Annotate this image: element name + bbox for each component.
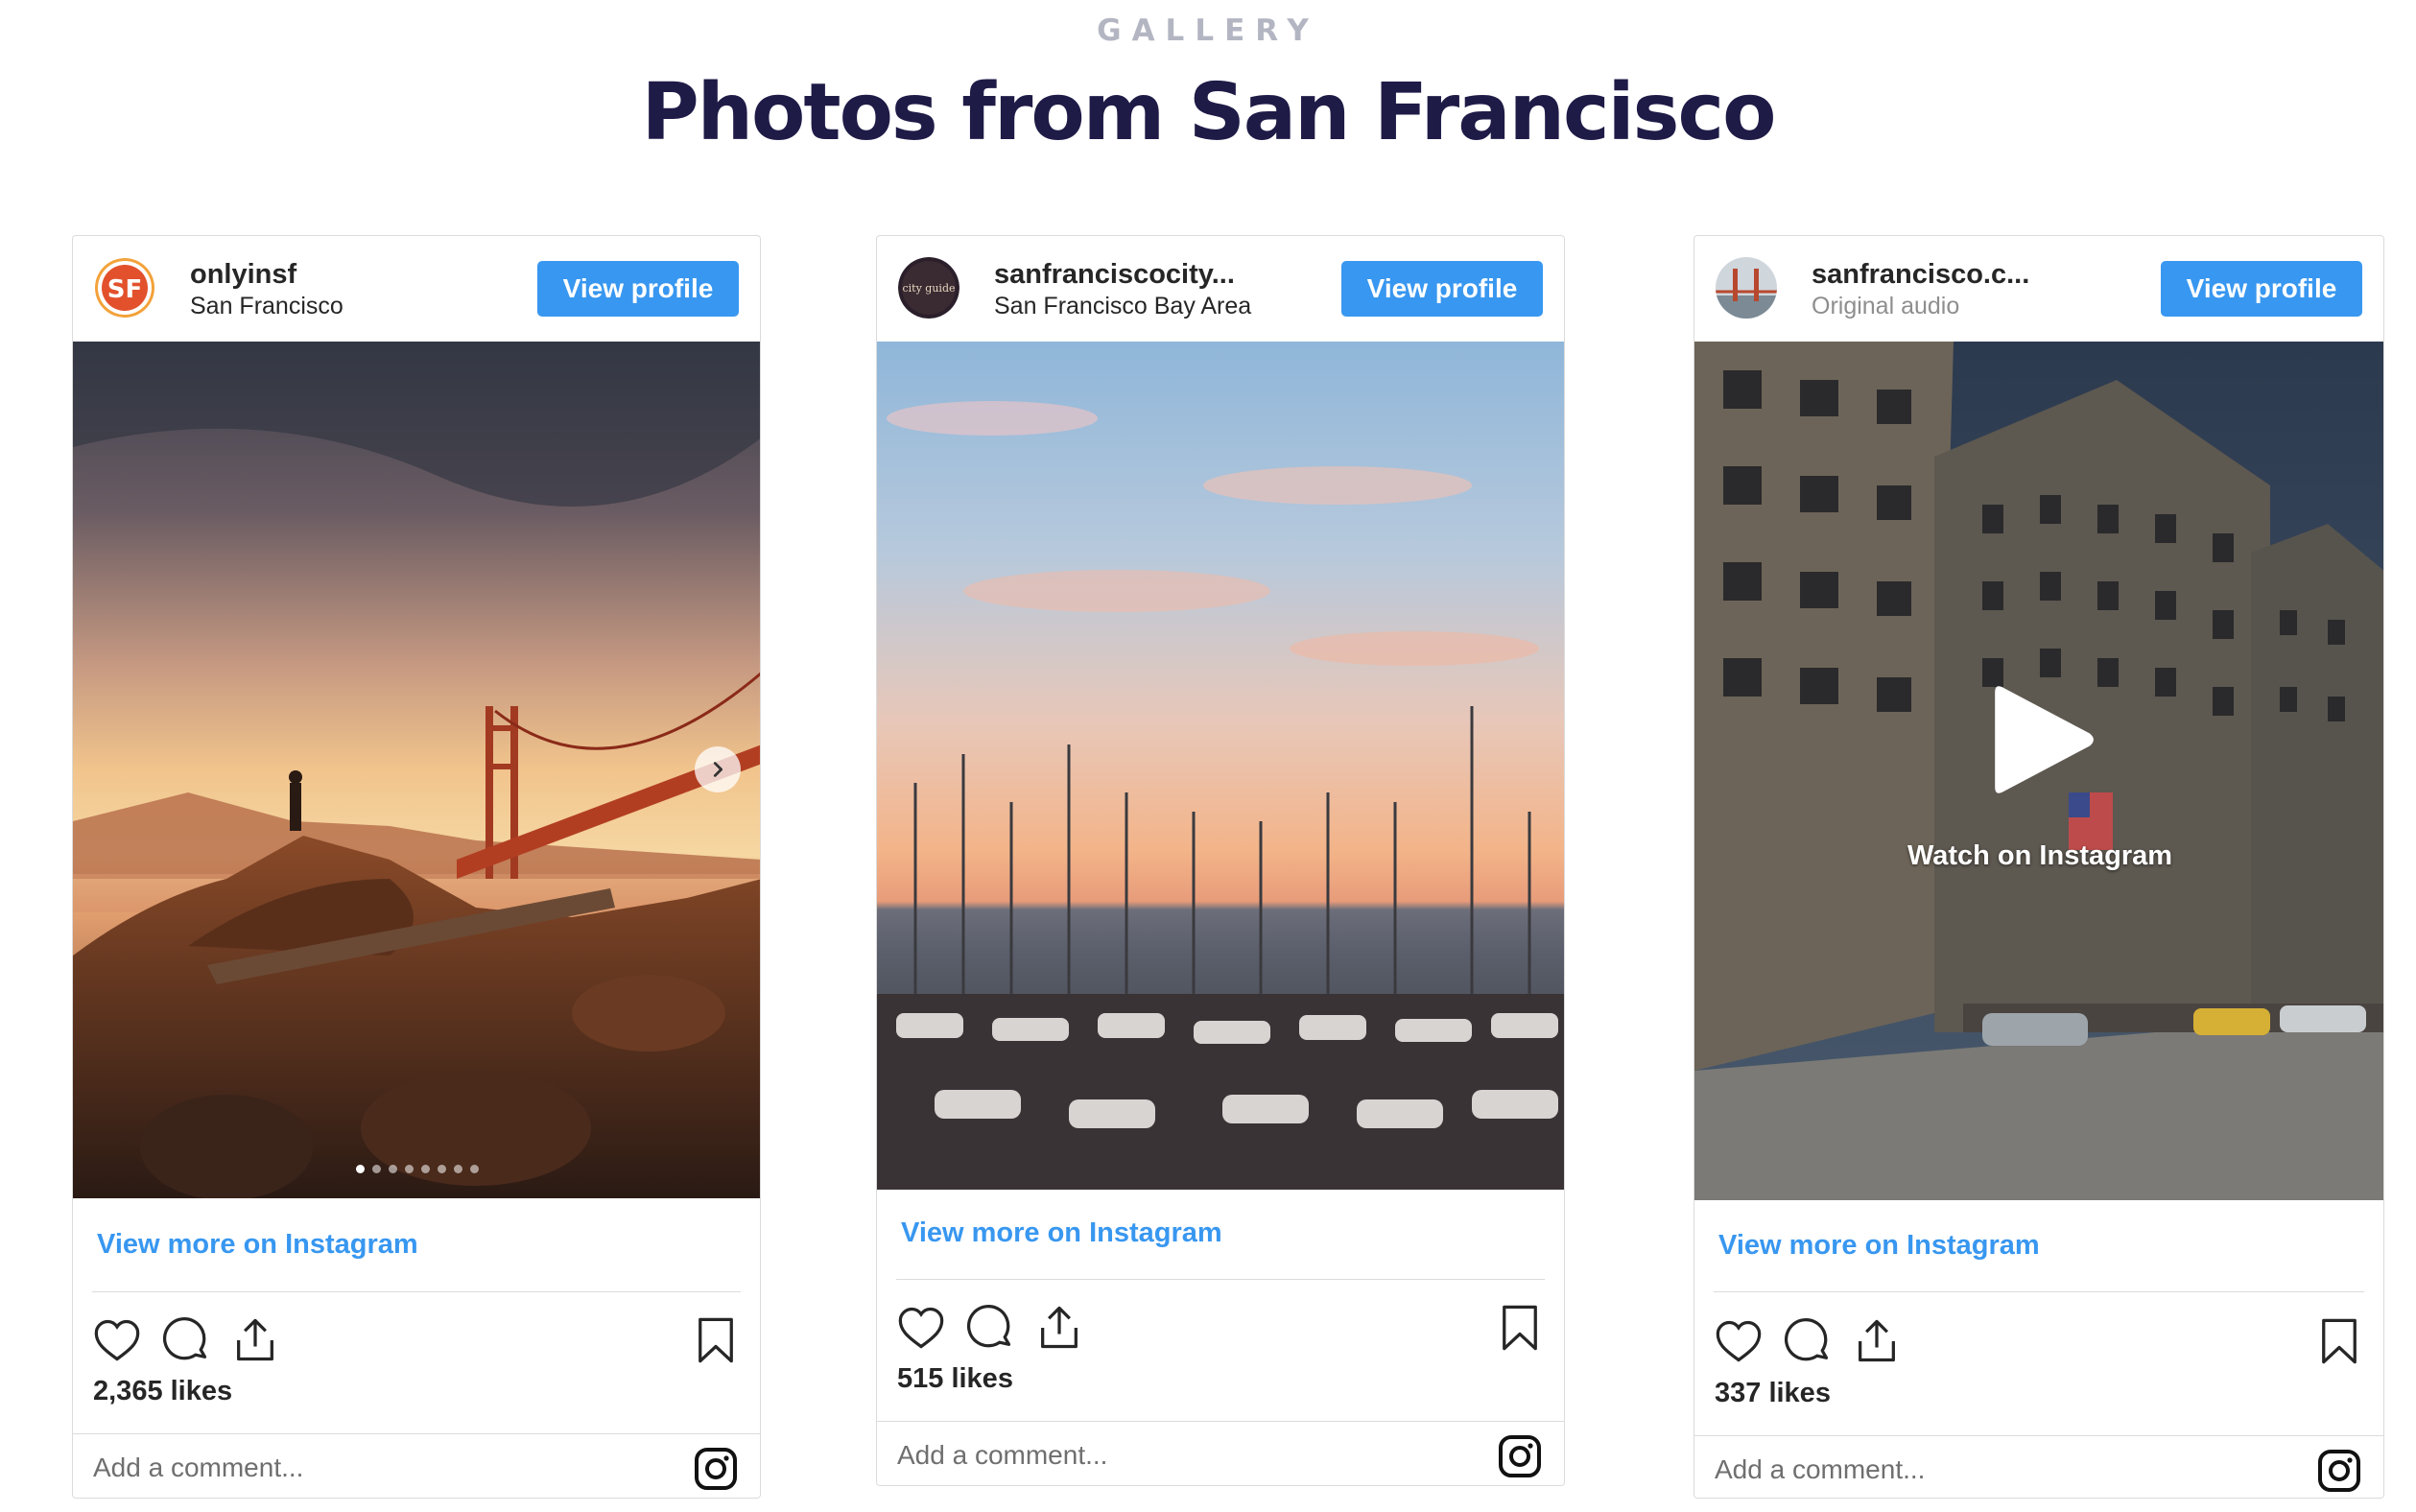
- share-button[interactable]: [230, 1315, 280, 1365]
- share-button[interactable]: [1034, 1303, 1084, 1353]
- divider: [1694, 1435, 2383, 1436]
- comment-icon: [162, 1316, 207, 1360]
- carousel-dot: [372, 1165, 381, 1173]
- comment-input[interactable]: [1715, 1449, 2252, 1491]
- save-button[interactable]: [2314, 1316, 2364, 1366]
- post-header: sanfrancisco.c... Original audio View pr…: [1694, 236, 2383, 342]
- view-profile-button[interactable]: View profile: [1341, 261, 1543, 317]
- post-location[interactable]: San Francisco Bay Area: [994, 293, 1251, 320]
- audio-label[interactable]: Original audio: [1812, 293, 1959, 320]
- post-video[interactable]: Watch on Instagram: [1694, 342, 2383, 1200]
- avatar-text: city guide: [902, 282, 955, 295]
- heart-icon: [1716, 1320, 1762, 1362]
- play-button[interactable]: [1694, 677, 2383, 793]
- carousel-dot: [405, 1165, 414, 1173]
- bookmark-icon: [1503, 1305, 1537, 1351]
- carousel-dot: [454, 1165, 462, 1173]
- username[interactable]: onlyinsf: [190, 259, 296, 291]
- username[interactable]: sanfranciscocity...: [994, 259, 1235, 291]
- instagram-post-card: sanfrancisco.c... Original audio View pr…: [1694, 235, 2384, 1499]
- carousel-dot: [356, 1165, 365, 1173]
- view-profile-button[interactable]: View profile: [2161, 261, 2362, 317]
- avatar[interactable]: city guide: [898, 257, 959, 319]
- post-image[interactable]: [73, 342, 760, 1198]
- instagram-icon[interactable]: [1497, 1433, 1543, 1479]
- post-location[interactable]: San Francisco: [190, 293, 343, 320]
- like-button[interactable]: [1714, 1316, 1764, 1366]
- view-more-link[interactable]: View more on Instagram: [97, 1229, 418, 1261]
- carousel-dot: [389, 1165, 397, 1173]
- instagram-icon[interactable]: [2316, 1448, 2362, 1494]
- avatar[interactable]: [1716, 257, 1777, 319]
- watch-on-instagram-label[interactable]: Watch on Instagram: [1694, 840, 2383, 872]
- instagram-icon[interactable]: [693, 1446, 739, 1492]
- comment-button[interactable]: [965, 1303, 1015, 1353]
- share-icon: [237, 1318, 273, 1361]
- comment-icon: [1784, 1317, 1829, 1361]
- like-button[interactable]: [92, 1315, 142, 1365]
- comment-input[interactable]: [93, 1447, 630, 1489]
- instagram-post-card: SF onlyinsf San Francisco View profile V…: [72, 235, 761, 1499]
- view-profile-button[interactable]: View profile: [537, 261, 739, 317]
- divider: [877, 1421, 1564, 1422]
- view-more-link[interactable]: View more on Instagram: [901, 1217, 1222, 1249]
- divider: [92, 1291, 741, 1292]
- share-button[interactable]: [1852, 1316, 1902, 1366]
- carousel-next-button[interactable]: [695, 746, 741, 792]
- carousel-indicator: [73, 1165, 760, 1173]
- post-header: SF onlyinsf San Francisco View profile: [73, 236, 760, 342]
- carousel-dot: [470, 1165, 479, 1173]
- likes-count[interactable]: 515 likes: [897, 1363, 1013, 1395]
- comment-input[interactable]: [897, 1434, 1434, 1477]
- likes-count[interactable]: 2,365 likes: [93, 1376, 232, 1407]
- view-more-link[interactable]: View more on Instagram: [1718, 1230, 2040, 1262]
- avatar[interactable]: SF: [94, 257, 155, 319]
- heart-icon: [94, 1319, 140, 1361]
- gallery-eyebrow: GALLERY: [1097, 13, 1319, 48]
- chevron-right-icon: [713, 762, 723, 777]
- bookmark-icon: [699, 1317, 733, 1363]
- share-icon: [1859, 1319, 1895, 1362]
- like-button[interactable]: [896, 1303, 946, 1353]
- likes-count[interactable]: 337 likes: [1715, 1378, 1831, 1409]
- divider: [896, 1279, 1545, 1280]
- comment-button[interactable]: [1783, 1316, 1833, 1366]
- carousel-dot: [438, 1165, 446, 1173]
- divider: [73, 1433, 760, 1434]
- post-image[interactable]: [877, 342, 1564, 1190]
- heart-icon: [898, 1307, 944, 1349]
- divider: [1714, 1291, 2364, 1292]
- carousel-dot: [421, 1165, 430, 1173]
- save-button[interactable]: [1495, 1303, 1545, 1353]
- comment-button[interactable]: [161, 1315, 211, 1365]
- share-icon: [1041, 1306, 1078, 1349]
- post-header: city guide sanfranciscocity... San Franc…: [877, 236, 1564, 342]
- save-button[interactable]: [691, 1315, 741, 1365]
- avatar-text: SF: [107, 275, 143, 304]
- username[interactable]: sanfrancisco.c...: [1812, 259, 2029, 291]
- instagram-post-card: city guide sanfranciscocity... San Franc…: [876, 235, 1565, 1486]
- bookmark-icon: [2322, 1318, 2357, 1364]
- comment-icon: [966, 1304, 1011, 1348]
- play-icon: [1995, 686, 2094, 793]
- page-title: Photos from San Francisco: [641, 67, 1777, 158]
